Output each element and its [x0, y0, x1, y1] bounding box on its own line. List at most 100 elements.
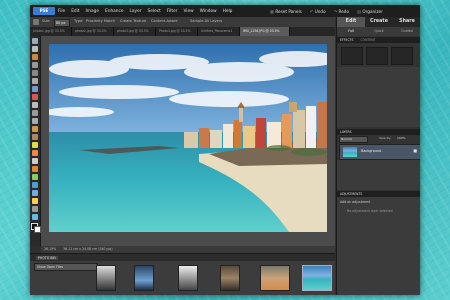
bin-thumbnail-active[interactable]	[302, 265, 332, 291]
menu-filter[interactable]: Filter	[167, 9, 178, 14]
tab-create[interactable]: Create	[365, 17, 393, 27]
bin-thumbnail[interactable]	[260, 265, 290, 291]
layers-title: LAYERS	[340, 130, 352, 134]
redo-icon: ↷	[333, 8, 338, 14]
hand-tool-icon[interactable]	[32, 46, 38, 52]
app-logo: PSE	[33, 7, 55, 15]
menu-enhance[interactable]: Enhance	[105, 9, 124, 14]
organizer-label: Organizer	[362, 8, 383, 14]
menu-bar: PSE File Edit Image Enhance Layer Select…	[30, 5, 420, 17]
effects-panel-header[interactable]: EFFECTS CONTENT	[337, 37, 420, 43]
effect-thumbnail[interactable]	[366, 47, 388, 65]
doc-tab[interactable]: Photo4.jpg @ 33.3%	[156, 27, 198, 36]
color-swatches[interactable]	[31, 223, 41, 233]
eyedropper-tool-icon[interactable]	[32, 54, 38, 60]
no-adjustment-text: No adjustment layer selected	[347, 209, 393, 213]
layers-toolbar: Normal Opacity: 100%	[339, 136, 419, 143]
menu-window[interactable]: Window	[200, 9, 217, 14]
blend-mode-select[interactable]: Normal	[339, 136, 368, 143]
gradient-tool-icon[interactable]	[32, 174, 38, 180]
effect-thumbnail[interactable]	[391, 47, 413, 65]
add-adjustment-text: Add an adjustment	[340, 200, 371, 204]
menu-help[interactable]: Help	[223, 9, 233, 14]
bin-thumbnail[interactable]	[96, 265, 116, 291]
doc-tab[interactable]: photo1.jpg @ 33.3%	[30, 27, 72, 36]
marquee-tool-icon[interactable]	[32, 70, 38, 76]
size-label: Size:	[42, 19, 51, 23]
photo-bin-select[interactable]: Show Open Files	[34, 263, 98, 271]
background-color-swatch[interactable]	[34, 226, 41, 233]
status-bar: 26.19% 36.12 cm x 24.08 cm (240 ppi)	[41, 246, 335, 253]
paint-bucket-tool-icon[interactable]	[32, 166, 38, 172]
undo-icon: ↶	[309, 8, 314, 14]
bin-thumbnail[interactable]	[220, 265, 240, 291]
crop-tool-icon[interactable]	[32, 110, 38, 116]
menu-file[interactable]: File	[58, 9, 65, 14]
lasso-tool-icon[interactable]	[32, 78, 38, 84]
zoom-tool-icon[interactable]	[32, 38, 38, 44]
blur-tool-icon[interactable]	[32, 190, 38, 196]
right-panel: Edit Create Share Full Quick Guided EFFE…	[336, 17, 420, 295]
redo-label: Redo	[338, 8, 350, 14]
top-right-actions: ▦ Reset Panels ↶ Undo ↷ Redo ▤ Organizer	[270, 5, 383, 17]
menu-edit[interactable]: Edit	[71, 9, 79, 14]
quick-selection-tool-icon[interactable]	[32, 86, 38, 92]
brush-tool-icon[interactable]	[32, 142, 38, 148]
cookie-cutter-tool-icon[interactable]	[32, 118, 38, 124]
photo-bin-tab[interactable]: PHOTO BIN	[36, 255, 58, 260]
red-eye-tool-icon[interactable]	[32, 94, 38, 100]
menu-select[interactable]: Select	[148, 9, 161, 14]
spot-healing-tool-icon[interactable]	[32, 126, 38, 132]
tab-guided[interactable]: Guided	[393, 27, 420, 36]
proximity-match-radio[interactable]: Proximity Match	[86, 19, 115, 23]
tab-share[interactable]: Share	[393, 17, 420, 27]
opacity-value[interactable]: 100%	[397, 136, 406, 140]
blend-mode-value: Normal	[341, 137, 352, 141]
tab-quick[interactable]: Quick	[365, 27, 393, 36]
doc-tab[interactable]: photo2.jpg @ 33.3%	[72, 27, 114, 36]
size-field[interactable]: 80 px	[54, 18, 70, 27]
document-info: 36.12 cm x 24.08 cm (240 ppi)	[63, 247, 113, 251]
menu-view[interactable]: View	[183, 9, 193, 14]
doc-tab[interactable]: Untitled_Panorama1	[198, 27, 240, 36]
doc-tab-active[interactable]: IMG_1234.JPG @ 33.3%	[240, 27, 290, 36]
recompose-tool-icon[interactable]	[32, 214, 38, 220]
content-tab[interactable]: CONTENT	[360, 38, 375, 42]
main-menu: File Edit Image Enhance Layer Select Fil…	[58, 5, 232, 17]
menu-image[interactable]: Image	[86, 9, 99, 14]
photo-canvas[interactable]	[49, 44, 327, 232]
redo-button[interactable]: ↷ Redo	[334, 9, 349, 14]
tab-full[interactable]: Full	[337, 27, 365, 36]
create-texture-radio[interactable]: Create Texture	[120, 19, 146, 23]
eraser-tool-icon[interactable]	[32, 158, 38, 164]
document-tabs: photo1.jpg @ 33.3% photo2.jpg @ 33.3% ph…	[30, 27, 335, 36]
canvas-area[interactable]	[41, 36, 335, 246]
type-tool-icon[interactable]	[32, 102, 38, 108]
sponge-tool-icon[interactable]	[32, 198, 38, 204]
zoom-level[interactable]: 26.19%	[41, 247, 56, 251]
bin-thumbnail[interactable]	[134, 265, 154, 291]
coastal-town-photo	[49, 44, 327, 232]
effect-thumbnail[interactable]	[341, 47, 363, 65]
move-tool-icon[interactable]	[32, 62, 38, 68]
clone-stamp-tool-icon[interactable]	[32, 134, 38, 140]
size-value: 80 px	[56, 20, 66, 25]
doc-tab[interactable]: photo3.jpg @ 33.3%	[114, 27, 156, 36]
layer-row-background[interactable]: Background ■	[339, 144, 420, 160]
layers-panel-header[interactable]: LAYERS	[337, 129, 420, 135]
bin-thumbnail[interactable]	[178, 265, 198, 291]
shape-tool-icon[interactable]	[32, 182, 38, 188]
tab-edit[interactable]: Edit	[337, 17, 365, 27]
layer-thumbnail	[343, 147, 357, 157]
undo-label: Undo	[314, 8, 326, 14]
content-aware-radio[interactable]: Content-Aware	[151, 19, 178, 23]
undo-button[interactable]: ↶ Undo	[310, 9, 326, 14]
healing-brush-icon[interactable]	[33, 18, 39, 25]
menu-layer[interactable]: Layer	[130, 9, 142, 14]
effects-thumbnails	[341, 47, 413, 65]
organizer-button[interactable]: ▤ Organizer	[357, 9, 383, 14]
sample-all-layers-checkbox[interactable]: Sample All Layers	[190, 19, 222, 23]
straighten-tool-icon[interactable]	[32, 206, 38, 212]
reset-panels-button[interactable]: ▦ Reset Panels	[270, 9, 302, 14]
pencil-tool-icon[interactable]	[32, 150, 38, 156]
